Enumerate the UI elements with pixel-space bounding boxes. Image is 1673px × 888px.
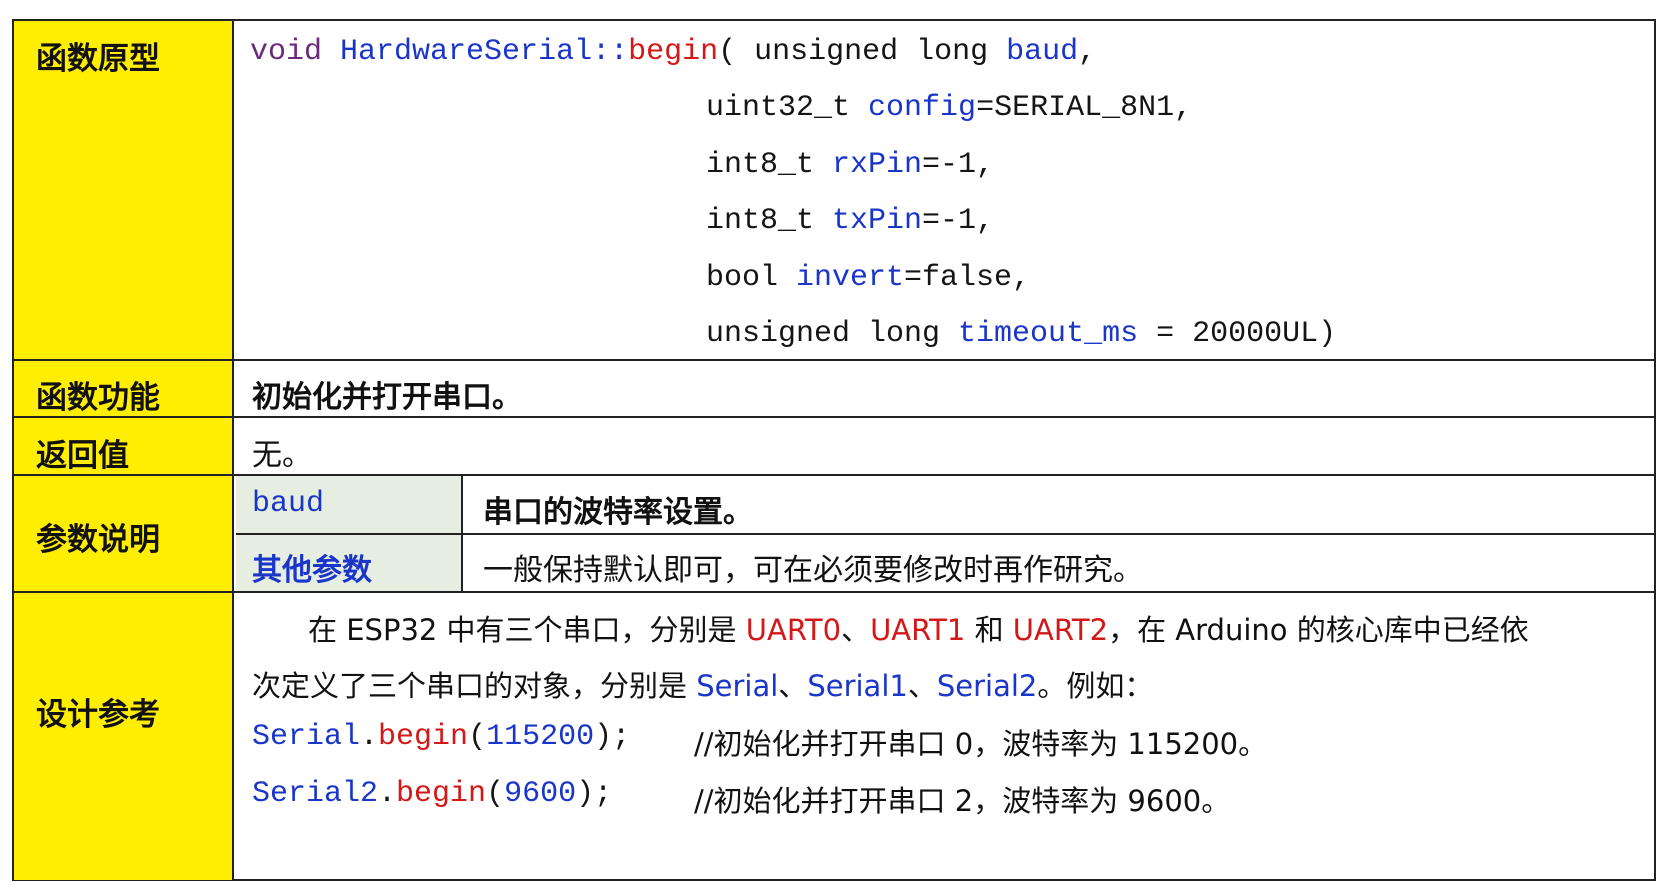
row-header-function: 函数功能 xyxy=(14,361,234,418)
function-name: begin xyxy=(628,35,719,69)
uart2-label: UART2 xyxy=(1012,613,1109,647)
uart0-label: UART0 xyxy=(745,613,842,647)
param-name-cell: 其他参数 xyxy=(236,535,463,591)
param-name: config xyxy=(868,91,977,125)
row-header-params: 参数说明 xyxy=(14,476,234,593)
return-value: 无。 xyxy=(252,438,312,473)
prototype-line-1: void HardwareSerial::begin( unsigned lon… xyxy=(250,35,1097,69)
function-description-cell: 初始化并打开串口。 xyxy=(236,361,1654,416)
prototype-line-5: bool invert=false, xyxy=(706,261,1031,295)
prototype-line-3: int8_t rxPin=-1, xyxy=(706,148,995,182)
serial-object: Serial xyxy=(696,669,779,703)
function-description: 初始化并打开串口。 xyxy=(252,380,522,415)
param-desc-other: 一般保持默认即可，可在必须要修改时再作研究。 xyxy=(483,553,1143,588)
param-desc-cell: 串口的波特率设置。 xyxy=(463,476,1654,533)
keyword-void: void xyxy=(250,35,323,69)
param-name-baud: baud xyxy=(252,487,325,521)
param-name: baud xyxy=(1006,35,1079,69)
prototype-line-6: unsigned long timeout_ms = 20000UL) xyxy=(706,317,1337,351)
function-reference-table: 函数原型 函数功能 返回值 参数说明 设计参考 void HardwareSer… xyxy=(12,19,1656,881)
serial2-object: Serial2 xyxy=(936,669,1038,703)
prototype-label: 函数原型 xyxy=(36,41,160,77)
function-label: 函数功能 xyxy=(36,380,160,416)
uart1-label: UART1 xyxy=(870,613,966,647)
code-comment-1: //初始化并打开串口 0，波特率为 115200。 xyxy=(694,727,1268,761)
code-comment-2: //初始化并打开串口 2，波特率为 9600。 xyxy=(694,784,1231,818)
design-paragraph-line-2: 次定义了三个串口的对象，分别是 Serial、Serial1、Serial2。例… xyxy=(252,669,1154,703)
class-name: HardwareSerial:: xyxy=(340,35,629,69)
return-label: 返回值 xyxy=(36,438,129,474)
params-label: 参数说明 xyxy=(36,522,160,558)
param-name-cell: baud xyxy=(236,476,463,533)
prototype-line-2: uint32_t config=SERIAL_8N1, xyxy=(706,91,1193,125)
param-name-other: 其他参数 xyxy=(252,553,372,588)
row-header-design: 设计参考 xyxy=(14,593,234,880)
param-name: txPin xyxy=(832,204,923,238)
code-example-1: Serial.begin(115200); xyxy=(252,720,631,754)
design-paragraph-line-1: 在 ESP32 中有三个串口，分别是 UART0、UART1 和 UART2，在… xyxy=(308,613,1529,647)
param-desc-baud: 串口的波特率设置。 xyxy=(483,495,753,530)
row-header-prototype: 函数原型 xyxy=(14,21,234,361)
design-reference-cell: 在 ESP32 中有三个串口，分别是 UART0、UART1 和 UART2，在… xyxy=(236,593,1654,880)
param-name: timeout_ms xyxy=(958,317,1139,351)
code-example-2: Serial2.begin(9600); xyxy=(252,777,613,811)
prototype-line-4: int8_t txPin=-1, xyxy=(706,204,995,238)
serial1-object: Serial1 xyxy=(807,669,908,703)
design-label: 设计参考 xyxy=(36,697,160,733)
row-header-return: 返回值 xyxy=(14,418,234,476)
param-name: rxPin xyxy=(832,148,923,182)
param-desc-cell: 一般保持默认即可，可在必须要修改时再作研究。 xyxy=(463,535,1654,591)
prototype-code-block: void HardwareSerial::begin( unsigned lon… xyxy=(236,21,1654,359)
param-name: invert xyxy=(796,261,905,295)
return-value-cell: 无。 xyxy=(236,418,1654,474)
